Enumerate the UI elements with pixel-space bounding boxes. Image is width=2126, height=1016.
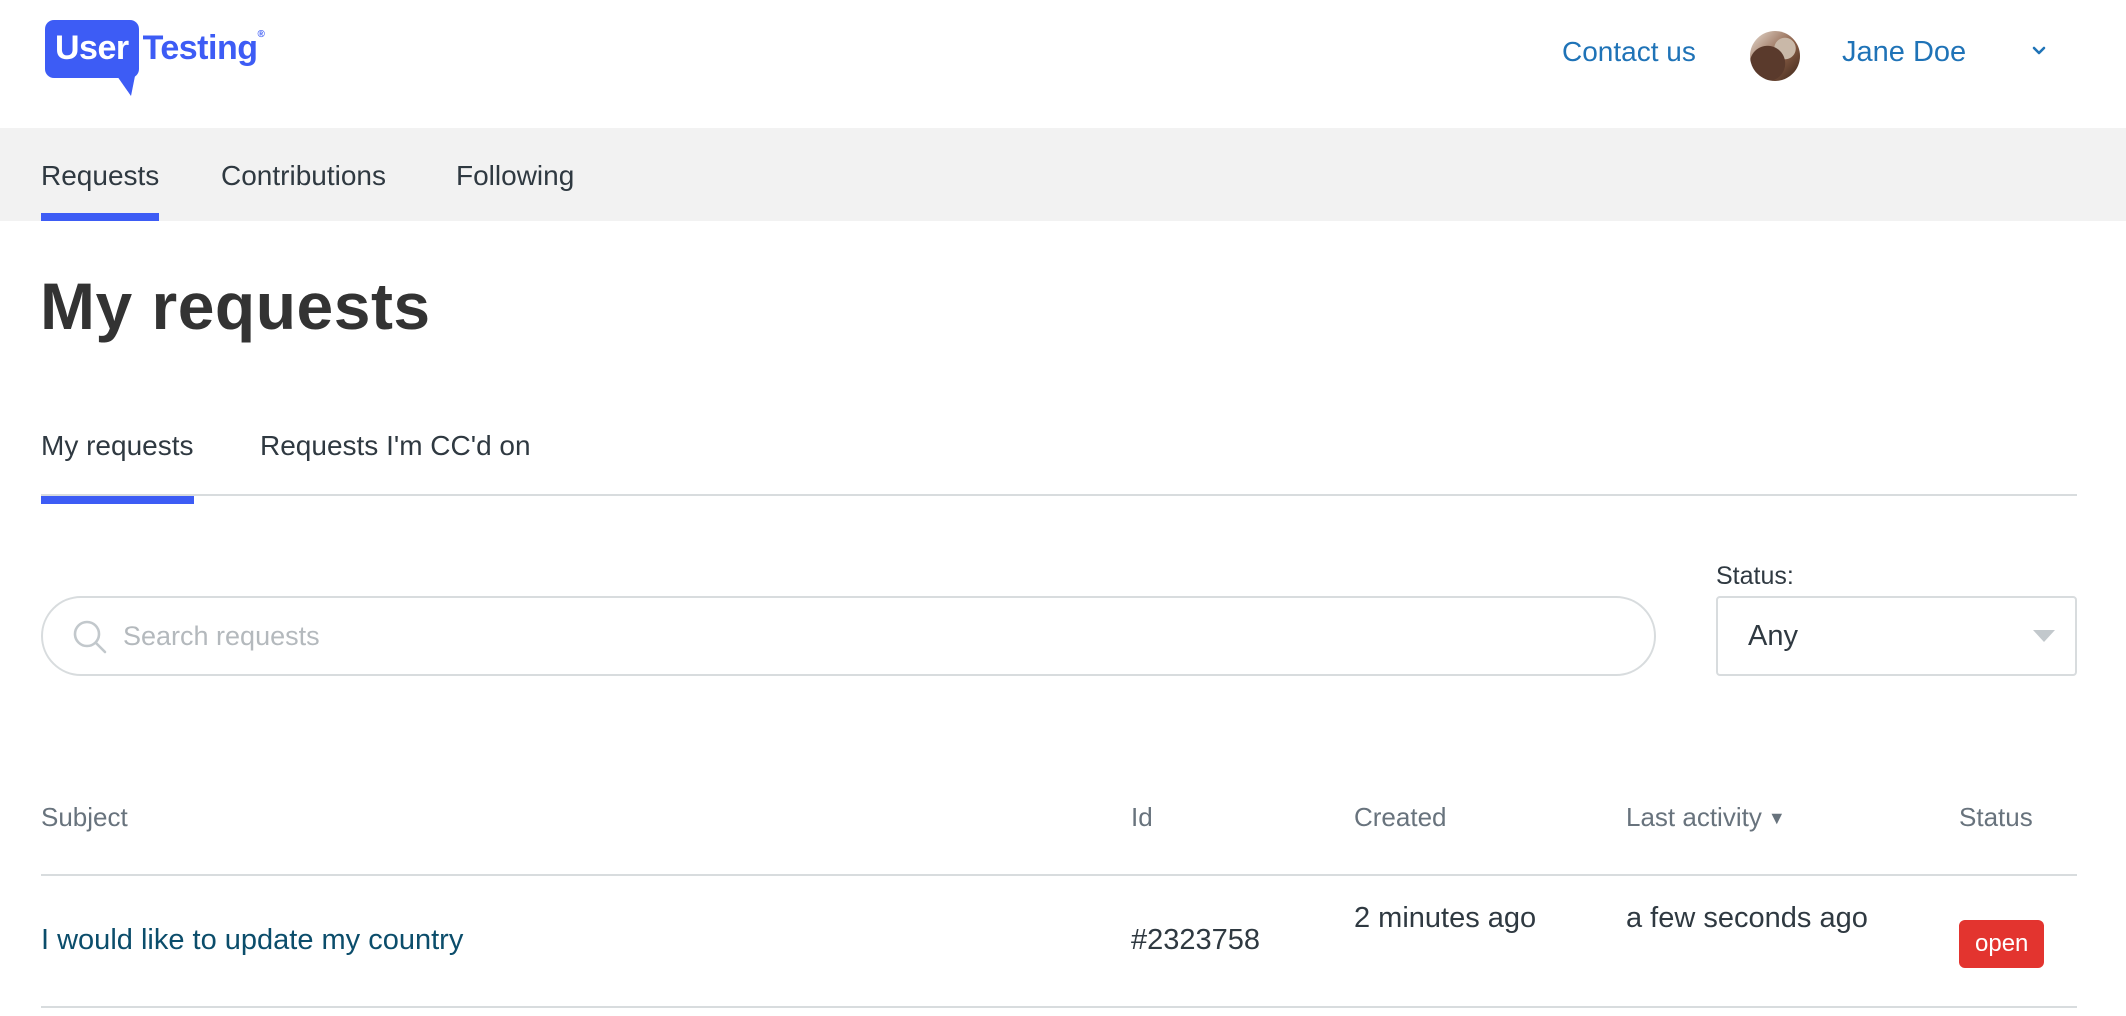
primary-nav: Requests Contributions Following xyxy=(0,128,2126,221)
column-header-last-activity[interactable]: Last activity ▼ xyxy=(1626,802,1786,833)
status-filter-select[interactable]: Any xyxy=(1716,596,2077,676)
request-tabs: My requests Requests I'm CC'd on xyxy=(41,420,2077,504)
request-created: 2 minutes ago xyxy=(1354,902,1537,934)
requests-table-header: Subject Id Created Last activity ▼ Status xyxy=(41,780,2077,876)
dropdown-caret-icon xyxy=(2033,630,2055,642)
usertesting-logo[interactable]: User Testing® xyxy=(45,20,265,96)
contact-us-link[interactable]: Contact us xyxy=(1562,36,1696,68)
column-header-created[interactable]: Created xyxy=(1354,802,1447,833)
column-header-status[interactable]: Status xyxy=(1959,802,2033,833)
logo-user-text: User xyxy=(45,20,139,96)
tab-my-requests[interactable]: My requests xyxy=(41,430,194,504)
status-filter-value: Any xyxy=(1748,620,1798,652)
column-header-subject[interactable]: Subject xyxy=(41,802,128,833)
status-badge: open xyxy=(1959,920,2045,968)
request-last-activity: a few seconds ago xyxy=(1626,902,1868,934)
status-filter-label: Status: xyxy=(1716,562,1794,590)
user-name-menu[interactable]: Jane Doe xyxy=(1842,36,1966,69)
page-title: My requests xyxy=(40,269,431,343)
nav-item-requests[interactable]: Requests xyxy=(41,128,160,221)
nav-item-contributions[interactable]: Contributions xyxy=(221,128,386,221)
request-subject-link[interactable]: I would like to update my country xyxy=(41,918,463,962)
logo-testing-text: Testing® xyxy=(142,29,265,67)
avatar[interactable] xyxy=(1750,31,1800,81)
chevron-down-icon[interactable] xyxy=(2028,40,2050,62)
search-input[interactable] xyxy=(123,598,1623,674)
column-header-id[interactable]: Id xyxy=(1131,802,1153,833)
table-row: I would like to update my country #23237… xyxy=(41,876,2077,1008)
tab-cc-requests[interactable]: Requests I'm CC'd on xyxy=(260,430,531,504)
sort-desc-icon: ▼ xyxy=(1767,808,1786,828)
search-box[interactable] xyxy=(41,596,1656,676)
request-id: #2323758 xyxy=(1131,924,1261,956)
search-icon xyxy=(73,620,107,654)
site-header: User Testing® Contact us Jane Doe xyxy=(0,0,2126,128)
nav-item-following[interactable]: Following xyxy=(456,128,574,221)
